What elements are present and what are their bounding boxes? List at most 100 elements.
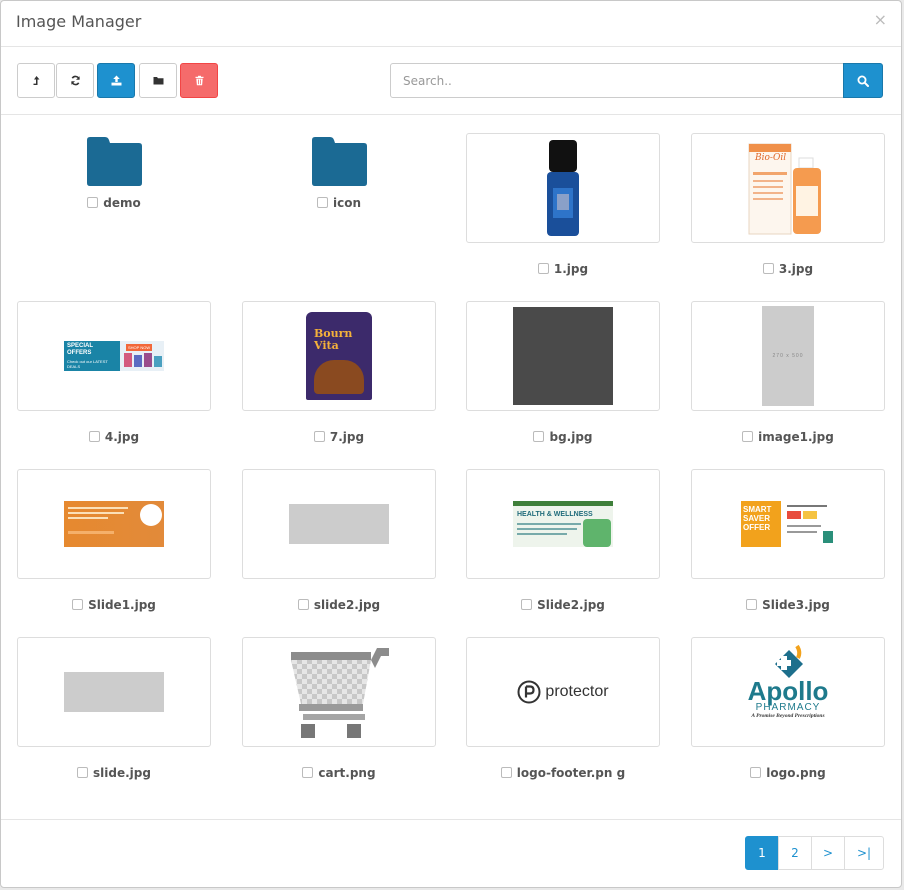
smart-saver-banner: SMART SAVER OFFER <box>741 501 835 547</box>
image-caption: slide.jpg <box>17 766 211 780</box>
image-item[interactable]: 270 x 500 image1.jpg <box>691 301 885 451</box>
page-2-link[interactable]: 2 <box>778 836 812 870</box>
select-checkbox[interactable] <box>316 197 328 208</box>
image-thumbnail[interactable] <box>691 133 885 243</box>
image-thumbnail[interactable]: Apollo PHARMACY A Promise Beyond Prescri… <box>691 637 885 747</box>
folder-label[interactable]: demo <box>103 196 140 210</box>
image-item[interactable]: SPECIAL OFFERS Check out our LATEST DEAL… <box>17 301 211 451</box>
image-item[interactable]: bg.jpg <box>466 301 660 451</box>
image-label[interactable]: Slide1.jpg <box>88 598 156 612</box>
placeholder-image <box>289 504 389 544</box>
refresh-button[interactable] <box>56 63 94 98</box>
modal-footer: 1 2 > >| <box>1 819 901 889</box>
select-checkbox[interactable] <box>521 599 533 610</box>
upload-button[interactable] <box>97 63 135 98</box>
image-thumbnail[interactable]: HEALTH & WELLNESS <box>466 469 660 579</box>
image-caption: 3.jpg <box>691 262 885 276</box>
image-label[interactable]: slide.jpg <box>93 766 151 780</box>
image-item[interactable]: HEALTH & WELLNESS Slide2.jpg <box>466 469 660 619</box>
pagination: 1 2 > >| <box>745 836 884 870</box>
image-thumbnail[interactable]: SMART SAVER OFFER <box>691 469 885 579</box>
folder-item-demo[interactable]: demo <box>17 132 211 222</box>
image-label[interactable]: 7.jpg <box>330 430 364 444</box>
folder-label[interactable]: icon <box>333 196 361 210</box>
image-thumbnail[interactable] <box>466 133 660 243</box>
select-checkbox[interactable] <box>746 599 758 610</box>
protector-p-icon <box>517 680 541 704</box>
image-thumbnail[interactable] <box>17 469 211 579</box>
image-caption: 7.jpg <box>242 430 436 444</box>
placeholder-image: 270 x 500 <box>762 306 814 406</box>
last-page-link[interactable]: >| <box>844 836 884 870</box>
select-checkbox[interactable] <box>762 263 774 274</box>
cart-icon <box>291 648 389 738</box>
image-thumbnail[interactable] <box>466 301 660 411</box>
image-label[interactable]: 3.jpg <box>779 262 813 276</box>
image-label[interactable]: Slide2.jpg <box>537 598 605 612</box>
search-button[interactable] <box>843 63 883 98</box>
parent-button[interactable] <box>17 63 55 98</box>
trash-icon <box>195 75 203 86</box>
next-page-link[interactable]: > <box>811 836 845 870</box>
search-input[interactable] <box>390 63 844 98</box>
folder-icon <box>87 137 142 186</box>
image-item[interactable]: 1.jpg <box>466 133 660 283</box>
dimensions-text: 270 x 500 <box>772 353 804 359</box>
image-label[interactable]: bg.jpg <box>549 430 592 444</box>
image-item[interactable]: cart.png <box>242 637 436 787</box>
select-checkbox[interactable] <box>750 767 762 778</box>
image-label[interactable]: logo-footer.pn g <box>517 766 625 780</box>
refresh-icon <box>70 75 80 86</box>
folder-item-icon[interactable]: icon <box>242 132 436 222</box>
page-1-link[interactable]: 1 <box>745 836 779 870</box>
image-label[interactable]: logo.png <box>766 766 825 780</box>
image-caption: logo-footer.pn g <box>466 766 660 780</box>
image-item[interactable]: SMART SAVER OFFER Slide3.jpg <box>691 469 885 619</box>
image-thumbnail[interactable] <box>242 637 436 747</box>
image-label[interactable]: Slide3.jpg <box>762 598 830 612</box>
image-caption: 1.jpg <box>466 262 660 276</box>
image-caption: Slide3.jpg <box>691 598 885 612</box>
image-label[interactable]: slide2.jpg <box>314 598 380 612</box>
image-item[interactable]: Apollo PHARMACY A Promise Beyond Prescri… <box>691 637 885 787</box>
modal-title: Image Manager <box>16 12 142 31</box>
select-checkbox[interactable] <box>297 599 309 610</box>
image-item[interactable]: Bourn Vita 7.jpg <box>242 301 436 451</box>
select-checkbox[interactable] <box>87 197 99 208</box>
image-label[interactable]: cart.png <box>318 766 375 780</box>
select-checkbox[interactable] <box>77 767 89 778</box>
image-thumbnail[interactable]: protector <box>466 637 660 747</box>
image-thumbnail[interactable]: Bourn Vita <box>242 301 436 411</box>
select-checkbox[interactable] <box>742 431 754 442</box>
image-thumbnail[interactable]: 270 x 500 <box>691 301 885 411</box>
new-folder-button[interactable] <box>139 63 177 98</box>
image-thumbnail[interactable] <box>242 469 436 579</box>
bournvita-pack-image: Bourn Vita <box>306 312 372 400</box>
image-item[interactable]: slide2.jpg <box>242 469 436 619</box>
image-item[interactable]: Slide1.jpg <box>17 469 211 619</box>
select-checkbox[interactable] <box>533 431 545 442</box>
image-item[interactable]: protector logo-footer.pn g <box>466 637 660 787</box>
image-label[interactable]: 4.jpg <box>105 430 139 444</box>
health-wellness-banner: HEALTH & WELLNESS <box>513 501 613 547</box>
select-checkbox[interactable] <box>72 599 84 610</box>
image-item[interactable]: slide.jpg <box>17 637 211 787</box>
close-button[interactable]: × <box>874 10 887 29</box>
image-caption: cart.png <box>242 766 436 780</box>
select-checkbox[interactable] <box>537 263 549 274</box>
delete-button[interactable] <box>180 63 218 98</box>
select-checkbox[interactable] <box>302 767 314 778</box>
folder-icon <box>312 137 367 186</box>
folder-icon <box>153 77 163 85</box>
apollo-text: Apollo <box>747 676 829 706</box>
image-label[interactable]: 1.jpg <box>554 262 588 276</box>
select-checkbox[interactable] <box>500 767 512 778</box>
folder-caption: icon <box>242 196 436 210</box>
image-item[interactable]: 3.jpg Bio-Oil <box>691 133 885 283</box>
image-thumbnail[interactable]: SPECIAL OFFERS Check out our LATEST DEAL… <box>17 301 211 411</box>
select-checkbox[interactable] <box>313 431 325 442</box>
image-label[interactable]: image1.jpg <box>758 430 834 444</box>
spray-bottle-image <box>547 140 579 236</box>
image-thumbnail[interactable] <box>17 637 211 747</box>
select-checkbox[interactable] <box>88 431 100 442</box>
